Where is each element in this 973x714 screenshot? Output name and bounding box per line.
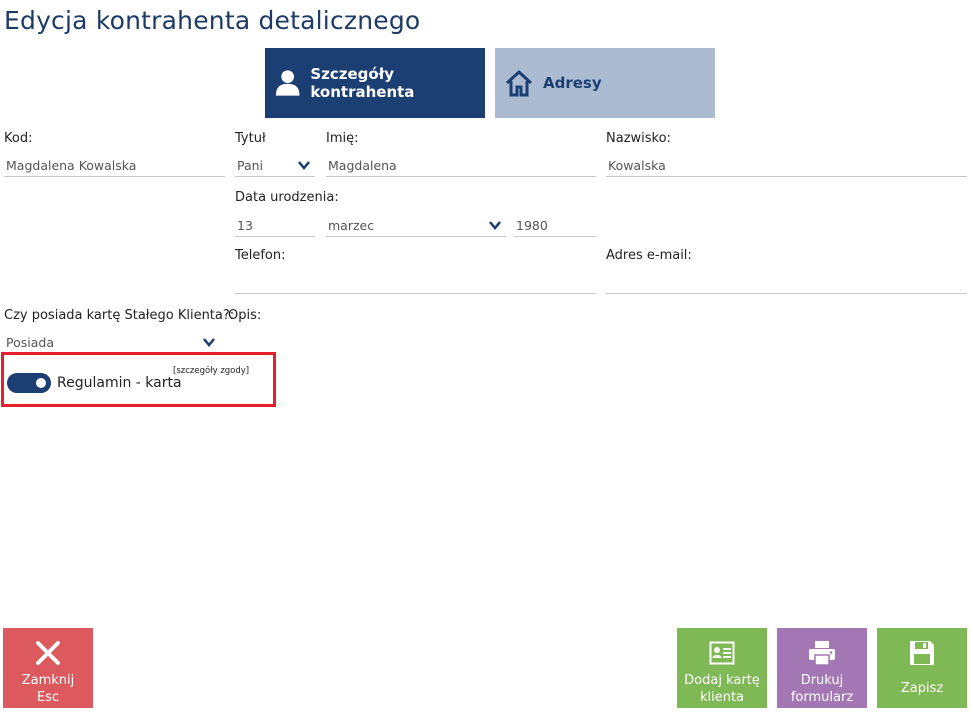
phone-field[interactable]: [235, 272, 596, 294]
last-name-value: Kowalska: [608, 158, 666, 173]
home-icon: [505, 69, 533, 97]
last-name-field[interactable]: Kowalska: [606, 155, 967, 177]
loyalty-card-value: Posiada: [6, 335, 54, 350]
consent-toggle[interactable]: [7, 373, 51, 393]
loyalty-card-select[interactable]: Posiada: [4, 332, 220, 354]
add-card-button[interactable]: Dodaj kartę klienta: [677, 628, 767, 708]
tab-customer-details-label: Szczegóły kontrahenta: [310, 65, 415, 101]
tab-customer-details[interactable]: Szczegóły kontrahenta: [265, 48, 485, 118]
code-label: Kod:: [4, 131, 33, 146]
save-button[interactable]: Zapisz: [877, 628, 967, 708]
last-name-label: Nazwisko:: [606, 131, 671, 146]
first-name-field[interactable]: Magdalena: [326, 155, 596, 177]
birth-month-select[interactable]: marzec: [326, 215, 506, 237]
floppy-disk-icon: [910, 641, 934, 665]
birth-year-field[interactable]: 1980: [514, 215, 596, 237]
phone-label: Telefon:: [235, 248, 286, 263]
birth-day-field[interactable]: 13: [235, 215, 315, 237]
first-name-label: Imię:: [326, 131, 359, 146]
page-title: Edycja kontrahenta detalicznego: [4, 6, 421, 35]
loyalty-card-label: Czy posiada kartę Stałego Klienta?:: [4, 308, 235, 323]
chevron-down-icon: [298, 161, 310, 170]
birth-month-value: marzec: [328, 218, 375, 233]
birth-date-label: Data urodzenia:: [235, 190, 339, 205]
close-button-shortcut: Esc: [36, 690, 60, 705]
print-label-1: Drukuj: [800, 673, 844, 688]
chevron-down-icon: [489, 221, 501, 230]
description-label: Opis:: [228, 308, 262, 323]
id-card-icon: [709, 641, 735, 665]
add-card-label-1: Dodaj kartę: [684, 673, 760, 688]
consent-label: Regulamin - karta: [57, 375, 182, 391]
close-button-label: Zamknij: [21, 673, 75, 688]
save-button-label: Zapisz: [900, 681, 944, 696]
print-form-button[interactable]: Drukuj formularz: [777, 628, 867, 708]
add-card-label-2: klienta: [699, 690, 745, 705]
user-icon: [275, 70, 300, 96]
email-label: Adres e-mail:: [606, 248, 692, 263]
title-select[interactable]: Pani: [235, 155, 315, 177]
email-field[interactable]: [606, 272, 967, 294]
tab-addresses[interactable]: Adresy: [495, 48, 715, 118]
title-label: Tytuł: [235, 131, 266, 146]
print-label-2: formularz: [790, 690, 854, 705]
close-icon: [36, 641, 60, 665]
title-value: Pani: [237, 158, 264, 173]
code-field[interactable]: Magdalena Kowalska: [4, 155, 225, 177]
birth-day-value: 13: [237, 218, 253, 233]
code-value: Magdalena Kowalska: [6, 158, 137, 173]
close-button[interactable]: Zamknij Esc: [3, 628, 93, 708]
printer-icon: [809, 641, 835, 666]
birth-year-value: 1980: [516, 218, 548, 233]
toggle-knob: [36, 378, 46, 388]
tab-addresses-label: Adresy: [543, 74, 602, 92]
consent-details-link[interactable]: [szczegóły zgody]: [173, 366, 249, 376]
first-name-value: Magdalena: [328, 158, 397, 173]
chevron-down-icon: [203, 338, 215, 347]
